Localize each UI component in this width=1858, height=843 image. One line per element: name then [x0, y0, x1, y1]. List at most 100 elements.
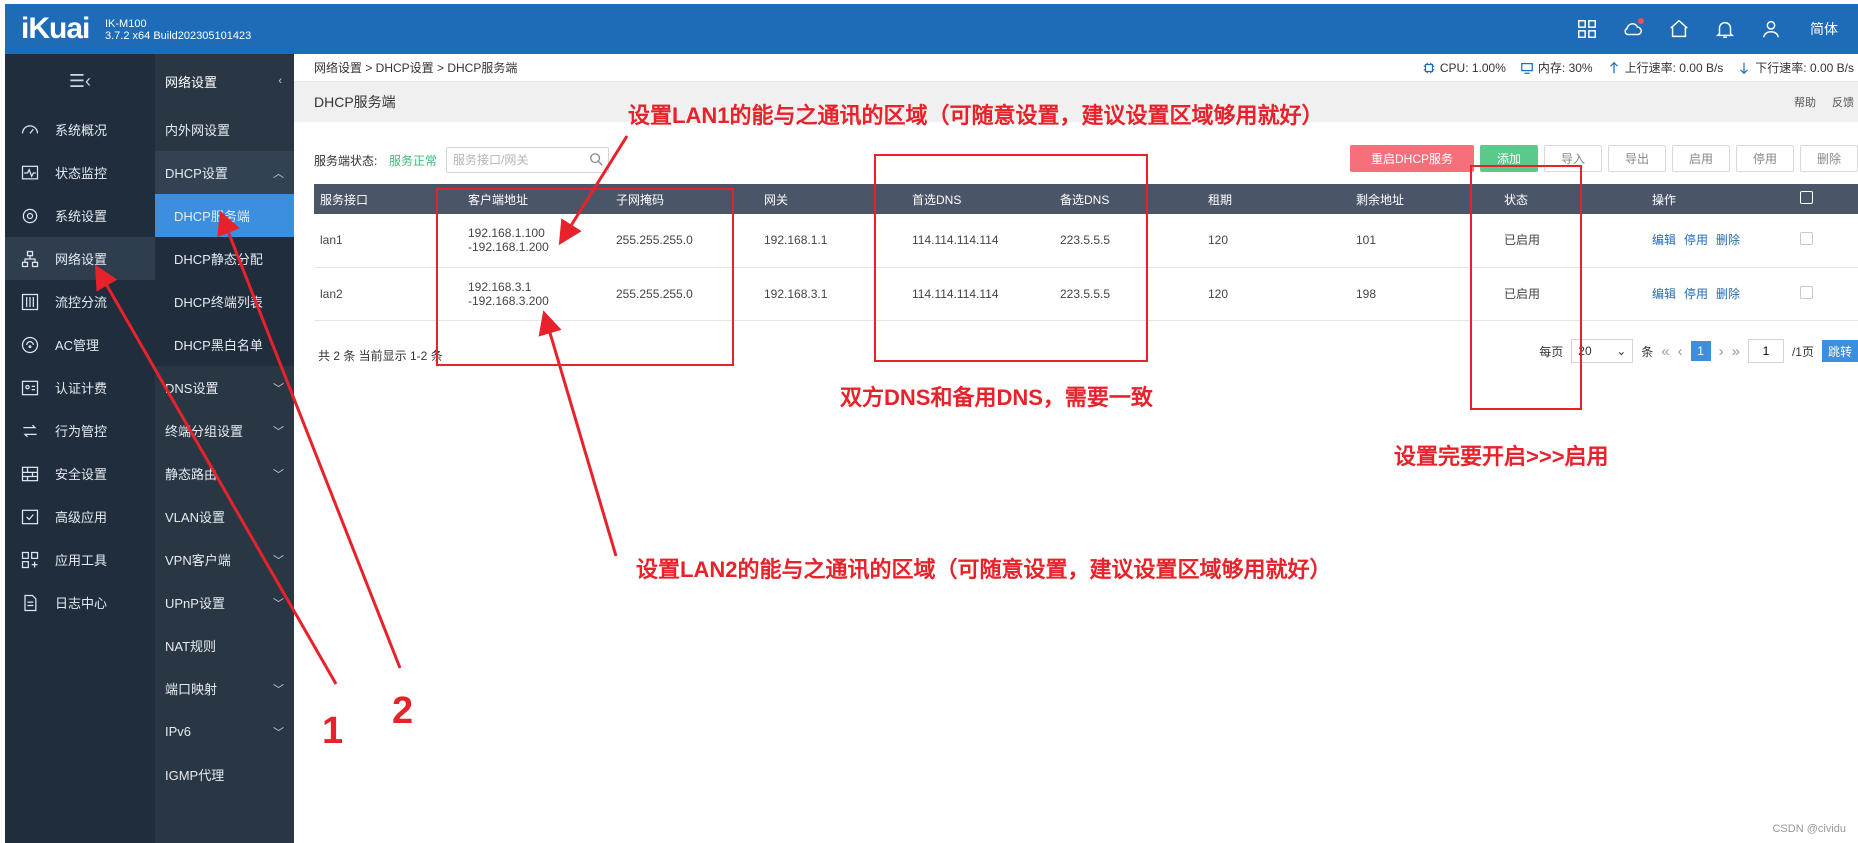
- disable-button[interactable]: 停用: [1736, 145, 1794, 172]
- language-switch[interactable]: 简体: [1810, 19, 1838, 39]
- dashboard-icon: [19, 119, 41, 141]
- collapse-menu-icon[interactable]: ☰‹: [5, 54, 155, 108]
- grid-plus-icon: [19, 549, 41, 571]
- chevron-down-icon: ﹀: [273, 554, 284, 567]
- select-all-checkbox[interactable]: [1794, 184, 1858, 214]
- firewall-icon: [19, 463, 41, 485]
- chevron-down-icon: ﹀: [273, 468, 284, 481]
- apps-icon[interactable]: [1574, 16, 1600, 42]
- nav-security-settings[interactable]: 安全设置: [5, 452, 155, 495]
- memory-stat: 内存: 30%: [1520, 59, 1593, 76]
- page-links: 帮助 反馈: [1794, 94, 1858, 110]
- nav2-dns[interactable]: DNS设置 ﹀: [155, 366, 294, 409]
- search-icon[interactable]: [589, 152, 603, 166]
- search-input[interactable]: [446, 147, 609, 173]
- chevron-down-icon: ⌄: [1616, 344, 1627, 358]
- nav2-dhcp-blackwhite[interactable]: DHCP黑白名单: [155, 323, 294, 366]
- nav2-igmp[interactable]: IGMP代理: [155, 753, 294, 796]
- cpu-stat: CPU: 1.00%: [1422, 61, 1506, 75]
- nav2-nat[interactable]: NAT规则: [155, 624, 294, 667]
- col-lease[interactable]: 租期: [1202, 184, 1350, 214]
- per-page-unit: 条: [1641, 344, 1654, 359]
- annotation-box-status: [1470, 165, 1582, 410]
- col-actions: 操作: [1646, 184, 1794, 214]
- delete-button[interactable]: 删除: [1800, 145, 1858, 172]
- delete-link[interactable]: 删除: [1716, 233, 1740, 247]
- user-icon[interactable]: [1758, 16, 1784, 42]
- nav2-dhcp-settings[interactable]: DHCP设置 ︿: [155, 151, 294, 194]
- check-square-icon: [19, 506, 41, 528]
- annotation-enable: 设置完要开启>>>启用: [1394, 444, 1609, 469]
- nav-log-center[interactable]: 日志中心: [5, 581, 155, 624]
- document-icon: [19, 592, 41, 614]
- nav2-vlan[interactable]: VLAN设置: [155, 495, 294, 538]
- nav-behavior-control[interactable]: 行为管控: [5, 409, 155, 452]
- edit-link[interactable]: 编辑: [1652, 287, 1676, 301]
- nav2-static-route[interactable]: 静态路由 ﹀: [155, 452, 294, 495]
- upload-stat: 上行速率: 0.00 B/s: [1607, 59, 1723, 76]
- nav2-lan-wan[interactable]: 内外网设置: [155, 108, 294, 151]
- breadcrumb: 网络设置 > DHCP设置 > DHCP服务端: [314, 61, 518, 75]
- arrow-down-icon: [1740, 62, 1749, 74]
- help-link[interactable]: 帮助: [1794, 94, 1816, 110]
- prev-page-icon[interactable]: ‹: [1678, 343, 1683, 360]
- current-page[interactable]: 1: [1690, 341, 1711, 361]
- annotation-lan1: 设置LAN1的能与之通讯的区域（可随意设置，建议设置区域够用就好）: [628, 103, 1324, 128]
- page-number-input[interactable]: [1747, 339, 1784, 363]
- row-checkbox[interactable]: [1794, 267, 1858, 321]
- nav-app-tools[interactable]: 应用工具: [5, 538, 155, 581]
- feedback-link[interactable]: 反馈: [1832, 94, 1854, 110]
- restart-dhcp-button[interactable]: 重启DHCP服务: [1350, 145, 1474, 172]
- cell-lease: 120: [1202, 214, 1350, 268]
- nav2-vpn-client[interactable]: VPN客户端 ﹀: [155, 538, 294, 581]
- nav2-upnp[interactable]: UPnP设置 ﹀: [155, 581, 294, 624]
- nav2-dhcp-clients[interactable]: DHCP终端列表: [155, 280, 294, 323]
- arrows-icon: [19, 420, 41, 442]
- nav-system-settings[interactable]: 系统设置: [5, 194, 155, 237]
- id-card-icon: [19, 377, 41, 399]
- nav-auth-billing[interactable]: 认证计费: [5, 366, 155, 409]
- nav-advanced-apps[interactable]: 高级应用: [5, 495, 155, 538]
- annotation-number-1: 1: [322, 710, 344, 752]
- row-checkbox[interactable]: [1794, 214, 1858, 268]
- logo: iKuai: [21, 12, 90, 45]
- nav-system-overview[interactable]: 系统概况: [5, 108, 155, 151]
- nav2-ipv6[interactable]: IPv6 ﹀: [155, 710, 294, 753]
- nav2-port-mapping[interactable]: 端口映射 ﹀: [155, 667, 294, 710]
- delete-link[interactable]: 删除: [1716, 287, 1740, 301]
- cloud-icon[interactable]: [1620, 16, 1646, 42]
- annotation-number-2: 2: [392, 690, 414, 732]
- jump-button[interactable]: 跳转: [1821, 340, 1858, 362]
- network-icon: [19, 248, 41, 270]
- nav-flow-control[interactable]: 流控分流: [5, 280, 155, 323]
- enable-button[interactable]: 启用: [1672, 145, 1730, 172]
- cell-lease: 120: [1202, 267, 1350, 321]
- last-page-icon[interactable]: »: [1732, 343, 1740, 360]
- chevron-down-icon: ﹀: [273, 382, 284, 395]
- first-page-icon[interactable]: «: [1661, 343, 1669, 360]
- secondary-sidebar: 网络设置 ‹ 内外网设置 DHCP设置 ︿ DHCP服务端 DHCP静态分配 DHC…: [155, 54, 294, 843]
- nav2-dhcp-static[interactable]: DHCP静态分配: [155, 237, 294, 280]
- sliders-icon: [19, 291, 41, 313]
- cell-actions: 编辑 停用 删除: [1646, 214, 1794, 268]
- nav2-terminal-groups[interactable]: 终端分组设置 ﹀: [155, 409, 294, 452]
- nav-ac-management[interactable]: AC管理: [5, 323, 155, 366]
- service-status-label: 服务端状态:: [314, 154, 378, 168]
- nav-status-monitor[interactable]: 状态监控: [5, 151, 155, 194]
- device-info: IK-M100 3.7.2 x64 Build202305101423: [105, 18, 251, 42]
- gear-icon: [19, 205, 41, 227]
- chevron-left-icon[interactable]: ‹: [278, 75, 282, 87]
- next-page-icon[interactable]: ›: [1719, 343, 1724, 360]
- disable-link[interactable]: 停用: [1684, 233, 1708, 247]
- monitor-icon: [19, 162, 41, 184]
- secondary-sidebar-header: 网络设置 ‹: [165, 74, 282, 90]
- bell-icon[interactable]: [1712, 16, 1738, 42]
- nav2-dhcp-server[interactable]: DHCP服务端: [155, 194, 294, 237]
- disable-link[interactable]: 停用: [1684, 287, 1708, 301]
- service-status-value: 服务正常: [389, 154, 438, 168]
- home-icon[interactable]: [1666, 16, 1692, 42]
- edit-link[interactable]: 编辑: [1652, 233, 1676, 247]
- annotation-lan2: 设置LAN2的能与之通讯的区域（可随意设置，建议设置区域够用就好）: [636, 557, 1332, 582]
- export-button[interactable]: 导出: [1608, 145, 1666, 172]
- nav-network-settings[interactable]: 网络设置: [5, 237, 155, 280]
